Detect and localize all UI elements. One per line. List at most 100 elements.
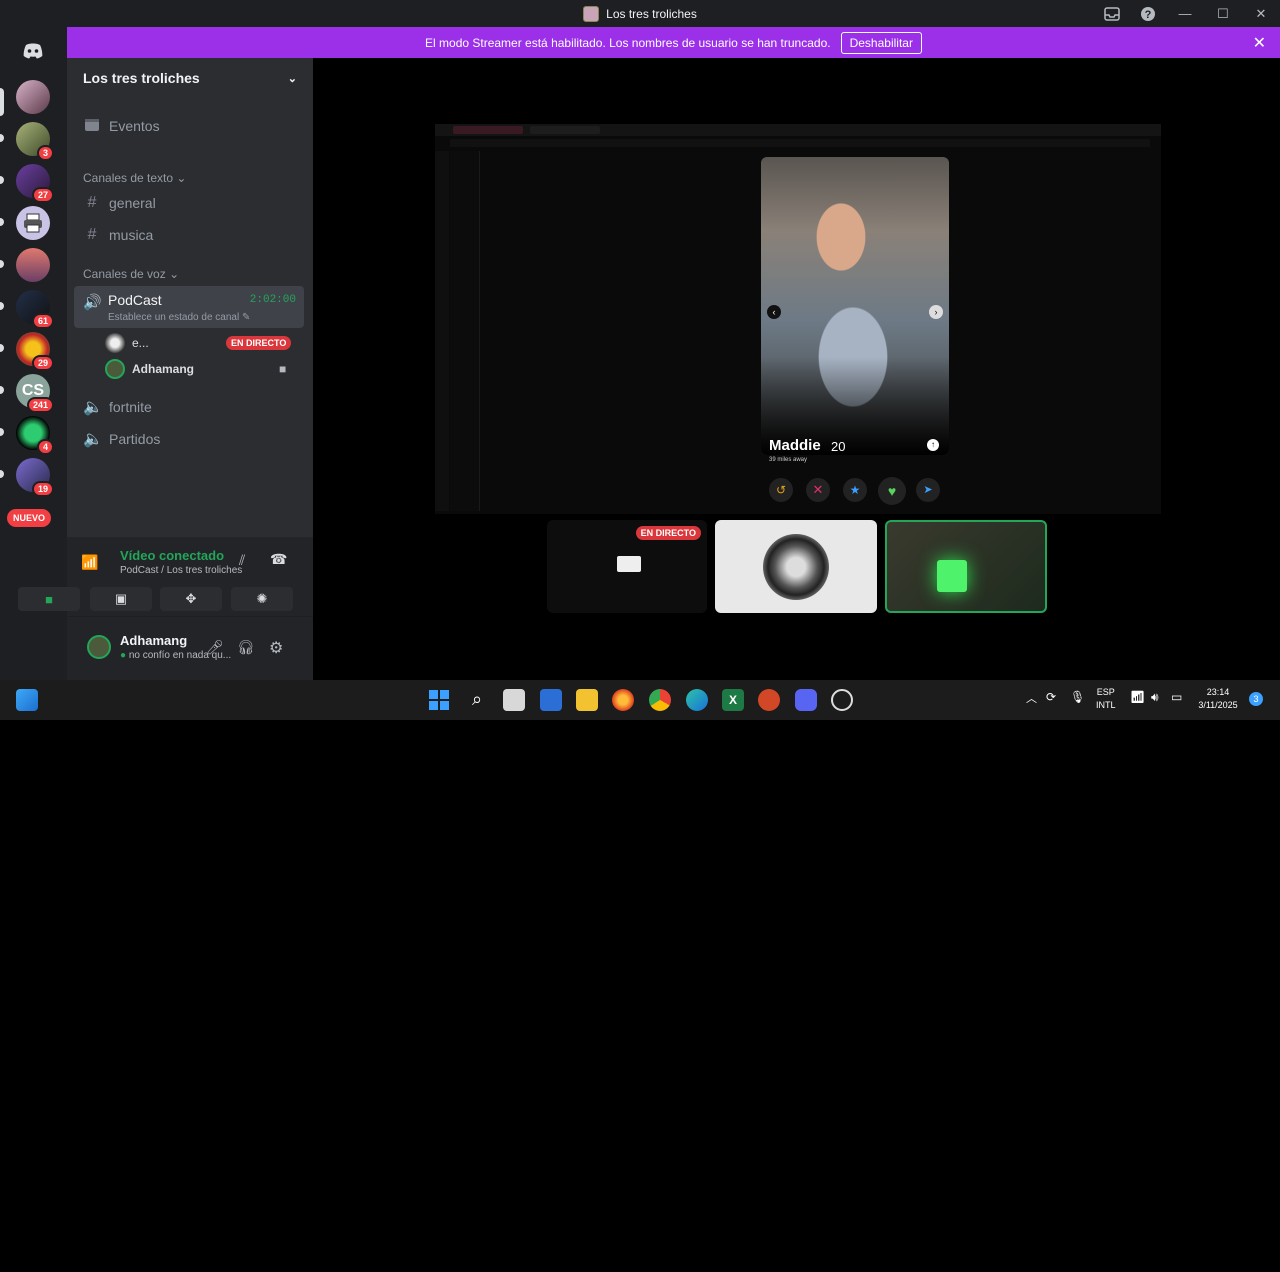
server-item[interactable]: CS 241 <box>16 374 54 413</box>
participant-tile-user[interactable] <box>715 520 877 613</box>
profile-name: Maddie <box>769 437 821 454</box>
channel-musica[interactable]: # musica <box>75 220 305 250</box>
username[interactable]: Adhamang <box>120 633 187 648</box>
camera-toggle-button[interactable]: ■ <box>18 587 80 611</box>
shared-screen[interactable]: ‹ › Maddie 20 ↑ 39 miles away ↺ ✕ ★ ♥ ➤ <box>435 124 1161 514</box>
microphone-icon[interactable]: 🎤︎ <box>206 639 224 656</box>
stream-stage: ‹ › Maddie 20 ↑ 39 miles away ↺ ✕ ★ ♥ ➤ … <box>313 58 1280 680</box>
guild-header[interactable]: Los tres troliches ⌄ <box>67 58 313 98</box>
volume-icon[interactable]: 🔊︎ <box>1151 690 1159 705</box>
settings-gear-icon[interactable]: ⚙ <box>269 638 283 658</box>
outlook-icon[interactable] <box>540 689 562 711</box>
server-item[interactable]: 29 <box>16 332 54 371</box>
banner-text: El modo Streamer está habilitado. Los no… <box>425 35 831 50</box>
server-item[interactable]: 19 <box>16 458 54 497</box>
like-heart-icon[interactable]: ♥ <box>878 477 906 505</box>
text-category[interactable]: Canales de texto ⌄ <box>83 171 186 185</box>
edge-icon[interactable] <box>686 689 708 711</box>
tray-chevron-icon[interactable]: ︿ <box>1026 690 1037 706</box>
participant-tile-stream[interactable]: EN DIRECTO <box>547 520 707 613</box>
server-item[interactable]: 3 <box>16 122 54 161</box>
events-item[interactable]: Eventos <box>75 111 305 141</box>
minimize-button[interactable]: — <box>1166 0 1204 27</box>
voice-channel-partidos[interactable]: 🔈 Partidos <box>75 424 305 454</box>
server-item[interactable] <box>16 248 50 282</box>
voice-channel-fortnite[interactable]: 🔈 fortnite <box>75 392 305 422</box>
sync-icon[interactable]: ⟳ <box>1046 690 1056 704</box>
maximize-button[interactable]: ☐ <box>1204 0 1242 27</box>
live-badge: EN DIRECTO <box>226 336 292 350</box>
status-dot-icon: ● <box>120 650 127 661</box>
soundboard-button[interactable]: ✺ <box>231 587 293 611</box>
info-icon[interactable]: ↑ <box>927 439 939 451</box>
channel-label: musica <box>109 227 154 243</box>
server-item[interactable] <box>16 206 50 240</box>
send-icon[interactable]: ➤ <box>916 478 940 502</box>
nope-icon[interactable]: ✕ <box>806 478 830 502</box>
browser-tab-bar <box>435 124 1161 136</box>
server-item[interactable]: 61 <box>16 290 54 329</box>
svg-text:?: ? <box>1145 9 1152 21</box>
close-button[interactable]: ✕ <box>1242 0 1280 27</box>
wifi-icon[interactable]: 📶︎ <box>1130 690 1145 704</box>
discord-taskbar-icon[interactable] <box>795 689 817 711</box>
powerpoint-icon[interactable] <box>758 689 780 711</box>
widgets-icon[interactable] <box>16 689 38 711</box>
new-servers-pill[interactable]: NUEVO <box>7 509 52 527</box>
voice-channel-name: PodCast <box>108 292 162 308</box>
windows-start-icon[interactable] <box>428 689 450 711</box>
screen-share-icon: ▣ <box>114 591 128 606</box>
screen-share-button[interactable]: ▣ <box>90 587 152 611</box>
notification-badge[interactable]: 3 <box>1249 692 1263 706</box>
activities-button[interactable]: ✥ <box>160 587 222 611</box>
voice-category[interactable]: Canales de voz ⌄ <box>83 267 179 281</box>
search-icon[interactable]: ⌕ <box>466 689 488 711</box>
hash-icon: # <box>87 194 97 211</box>
voice-member[interactable]: Adhamang ■ <box>105 357 305 381</box>
channel-general[interactable]: # general <box>75 188 305 218</box>
firefox-icon[interactable] <box>612 689 634 711</box>
user-avatar[interactable] <box>87 635 111 659</box>
chevron-down-icon: ⌄ <box>287 72 297 85</box>
language-indicator[interactable]: ESP INTL <box>1096 686 1116 712</box>
events-label: Eventos <box>109 118 160 134</box>
banner-close-icon[interactable]: ✕ <box>1253 33 1266 53</box>
server-item[interactable]: 4 <box>16 416 54 455</box>
microphone-tray-icon[interactable]: 🎙︎ <box>1070 690 1085 704</box>
next-photo-icon[interactable]: › <box>929 305 943 319</box>
mention-badge: 19 <box>31 481 54 497</box>
prev-photo-icon[interactable]: ‹ <box>767 305 781 319</box>
app-taskbar-icon[interactable] <box>831 689 853 711</box>
battery-icon[interactable]: ▭ <box>1171 690 1182 704</box>
disable-streamer-button[interactable]: Deshabilitar <box>840 31 922 54</box>
participant-tile-camera[interactable] <box>885 520 1047 613</box>
rewind-icon[interactable]: ↺ <box>769 478 793 502</box>
task-view-icon[interactable] <box>503 689 525 711</box>
voice-status[interactable]: Vídeo conectado <box>120 548 224 563</box>
discord-icon <box>23 43 43 59</box>
browser-sidebar <box>435 151 449 511</box>
discord-home-button[interactable] <box>16 34 50 68</box>
voice-location[interactable]: PodCast / Los tres troliches <box>120 565 242 576</box>
user-avatar <box>763 534 829 600</box>
headphones-icon[interactable]: 🎧︎ <box>237 639 255 656</box>
inbox-icon[interactable] <box>1094 0 1130 27</box>
activities-icon: ✥ <box>185 591 197 606</box>
channel-status-setter[interactable]: Establece un estado de canal ✎ <box>108 312 250 323</box>
clock[interactable]: 23:14 3/11/2025 <box>1195 686 1241 712</box>
excel-icon[interactable]: X <box>722 689 744 711</box>
file-explorer-icon[interactable] <box>576 689 598 711</box>
voice-member[interactable]: e... EN DIRECTO <box>105 331 305 355</box>
help-icon[interactable]: ? <box>1130 0 1166 27</box>
super-like-icon[interactable]: ★ <box>843 478 867 502</box>
noise-suppression-icon[interactable]: ⫽ <box>239 552 245 569</box>
profile-card[interactable]: ‹ › Maddie 20 ↑ <box>761 157 949 455</box>
mention-badge: 3 <box>36 145 54 161</box>
voice-channel-podcast[interactable]: 🔊 PodCast 2:02:00 Establece un estado de… <box>74 286 304 328</box>
server-item[interactable]: 27 <box>16 164 54 203</box>
chevron-down-icon: ⌄ <box>169 267 180 281</box>
server-los-tres-troliches[interactable] <box>16 80 50 114</box>
chrome-icon[interactable] <box>649 689 671 711</box>
disconnect-icon[interactable]: ☎ <box>270 551 287 568</box>
browser-tab <box>453 126 523 134</box>
